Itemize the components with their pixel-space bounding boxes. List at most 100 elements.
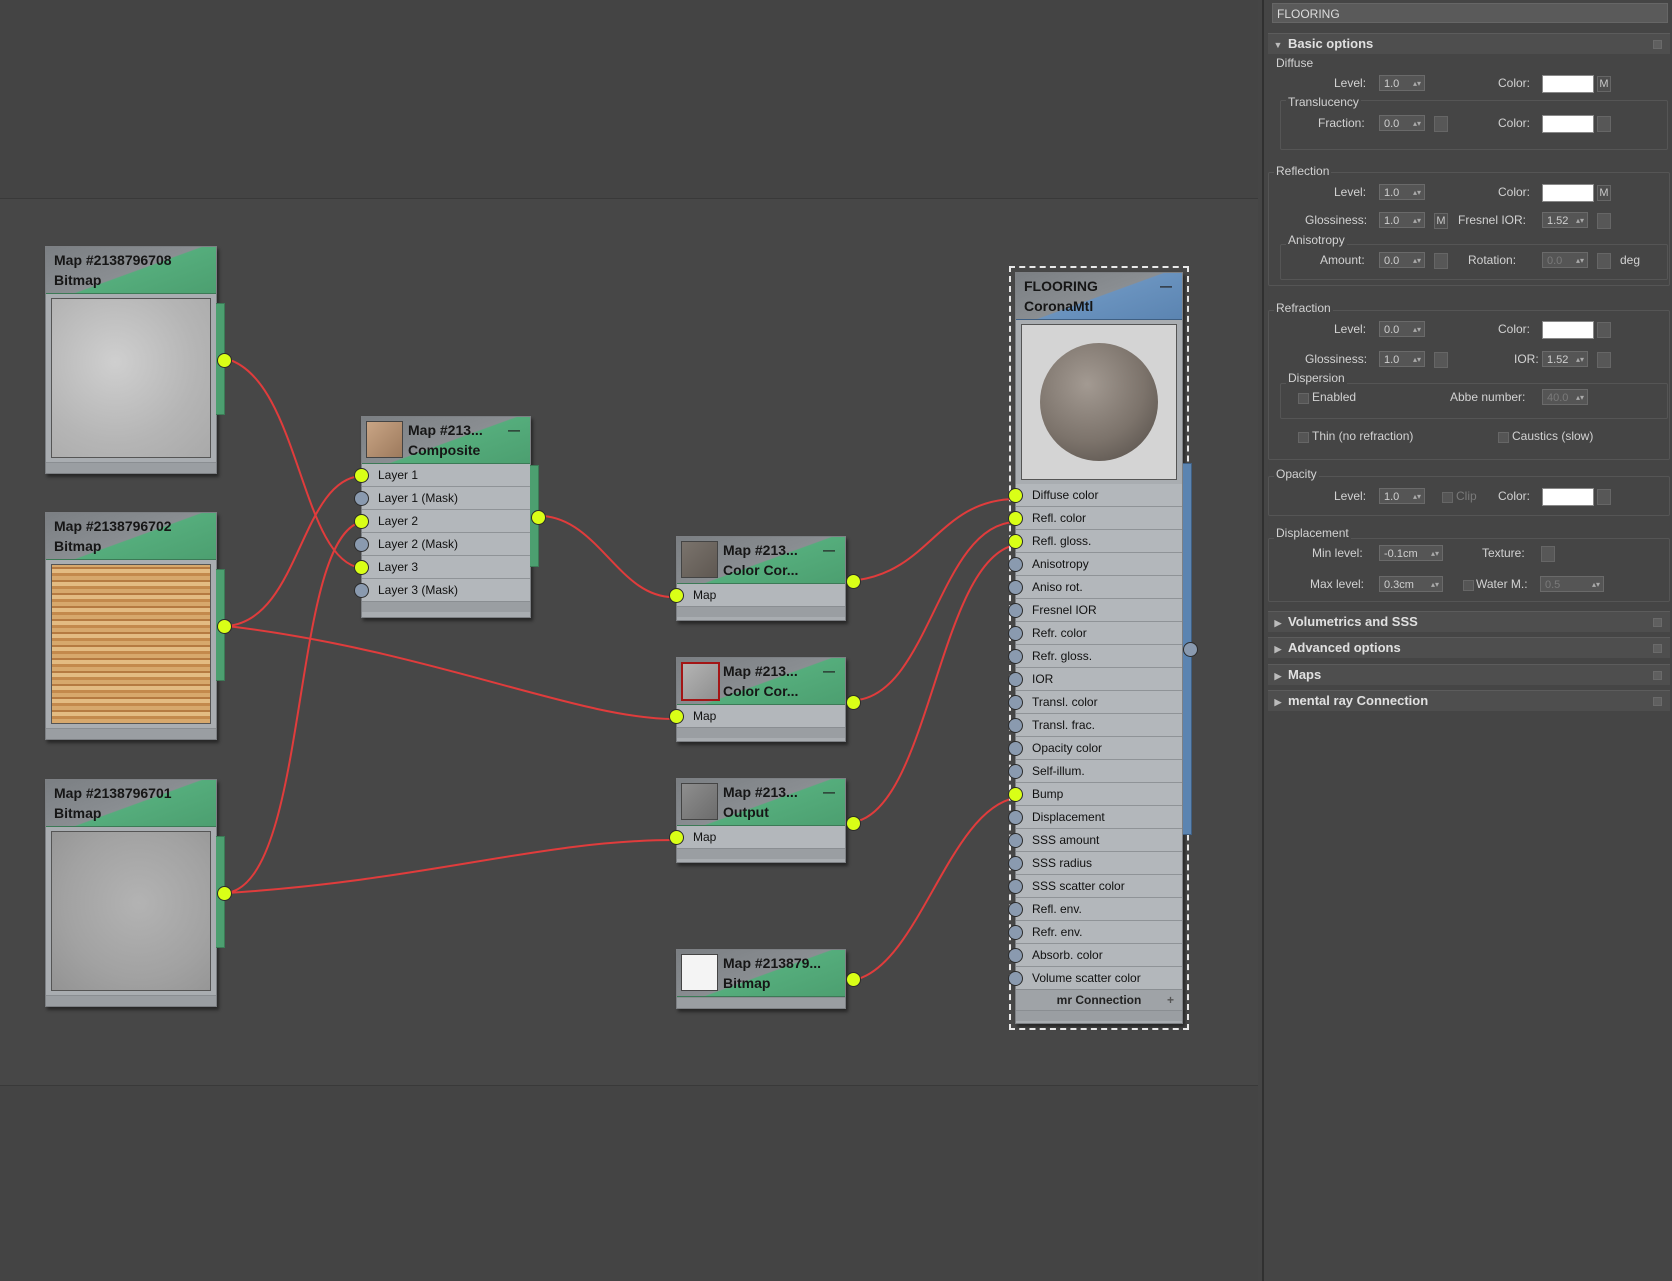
input-slot[interactable]: Map (669, 584, 845, 606)
composite-node[interactable]: Map #213... Composite — Layer 1 Layer 1 … (354, 416, 546, 618)
material-slot[interactable]: Refr. color (1008, 621, 1182, 644)
input-socket[interactable] (1008, 649, 1023, 664)
spinner-arrows-icon[interactable]: ▴▾ (1576, 213, 1584, 229)
spinner-arrows-icon[interactable]: ▴▾ (1413, 489, 1421, 505)
material-node[interactable]: FLOORING CoronaMtl — Diffuse color Refl. … (1008, 266, 1198, 1030)
input-socket[interactable] (354, 560, 369, 575)
collapse-icon[interactable]: — (823, 664, 835, 678)
output-socket[interactable] (217, 353, 232, 368)
bitmap-node[interactable]: Map #2138796702 Bitmap (45, 512, 232, 740)
input-socket[interactable] (1008, 764, 1023, 779)
material-slot[interactable]: Self-illum. (1008, 759, 1182, 782)
node-header[interactable]: Map #213... Color Cor... — (677, 537, 845, 584)
spinner-arrows-icon[interactable]: ▴▾ (1431, 577, 1439, 593)
input-socket[interactable] (1008, 833, 1023, 848)
input-socket[interactable] (1008, 488, 1023, 503)
output-socket[interactable] (217, 886, 232, 901)
input-socket[interactable] (354, 537, 369, 552)
diffuse-level-spinner[interactable]: 1.0 ▴▾ (1379, 75, 1425, 91)
water-level-checkbox[interactable] (1463, 580, 1474, 591)
collapse-icon[interactable]: — (823, 785, 835, 799)
spinner-arrows-icon[interactable]: ▴▾ (1431, 546, 1439, 562)
input-socket[interactable] (1008, 718, 1023, 733)
input-socket[interactable] (1008, 511, 1023, 526)
collapse-icon[interactable]: — (1160, 279, 1172, 293)
refr-map-button[interactable] (1597, 322, 1611, 338)
spinner-arrows-icon[interactable]: ▴▾ (1413, 76, 1421, 92)
max-level-spinner[interactable]: 0.3cm ▴▾ (1379, 576, 1443, 592)
input-slot[interactable]: Layer 1 (Mask) (354, 486, 530, 509)
rollout-advanced-options[interactable]: ▶ Advanced options (1268, 637, 1670, 658)
output-node[interactable]: Map #213... Output — Map (669, 778, 861, 863)
material-slot[interactable]: Aniso rot. (1008, 575, 1182, 598)
input-slot[interactable]: Layer 3 (Mask) (354, 578, 530, 601)
translucency-map-button[interactable] (1597, 116, 1611, 132)
collapse-icon[interactable]: — (508, 423, 520, 437)
color-correction-node[interactable]: Map #213... Color Cor... — Map (669, 657, 861, 742)
spinner-arrows-icon[interactable]: ▴▾ (1413, 352, 1421, 368)
rotation-map-button[interactable] (1597, 253, 1611, 269)
node-header[interactable]: Map #2138796701 Bitmap (46, 780, 216, 827)
opacity-map-button[interactable] (1597, 489, 1611, 505)
rollout-volumetrics[interactable]: ▶ Volumetrics and SSS (1268, 611, 1670, 632)
caustics-checkbox[interactable] (1498, 432, 1509, 443)
fraction-map-button[interactable] (1434, 116, 1448, 132)
ior-spinner[interactable]: 1.52 ▴▾ (1542, 351, 1588, 367)
mr-connection-button[interactable]: mr Connection + (1016, 989, 1182, 1010)
material-slot[interactable]: Diffuse color (1008, 484, 1182, 506)
node-header[interactable]: Map #213879... Bitmap (677, 950, 845, 997)
material-slot[interactable]: SSS radius (1008, 851, 1182, 874)
output-socket[interactable] (217, 619, 232, 634)
dispersion-enabled-checkbox[interactable] (1298, 393, 1309, 404)
input-socket[interactable] (1008, 580, 1023, 595)
node-header[interactable]: Map #2138796708 Bitmap (46, 247, 216, 294)
input-socket[interactable] (354, 491, 369, 506)
input-socket[interactable] (1008, 879, 1023, 894)
output-socket[interactable] (1183, 642, 1198, 657)
node-header[interactable]: Map #213... Color Cor... — (677, 658, 845, 705)
bitmap-node[interactable]: Map #213879... Bitmap (676, 949, 861, 1009)
input-socket[interactable] (1008, 741, 1023, 756)
node-header[interactable]: Map #2138796702 Bitmap (46, 513, 216, 560)
input-socket[interactable] (669, 588, 684, 603)
node-header[interactable]: FLOORING CoronaMtl — (1016, 273, 1182, 320)
refl-color-swatch[interactable] (1542, 184, 1594, 202)
input-slot[interactable]: Map (669, 826, 845, 848)
clip-checkbox[interactable] (1442, 492, 1453, 503)
material-slot[interactable]: Refl. color (1008, 506, 1182, 529)
material-slot[interactable]: Absorb. color (1008, 943, 1182, 966)
input-slot[interactable]: Map (669, 705, 845, 727)
spinner-arrows-icon[interactable]: ▴▾ (1413, 253, 1421, 269)
spinner-arrows-icon[interactable]: ▴▾ (1413, 116, 1421, 132)
spinner-arrows-icon[interactable]: ▴▾ (1576, 352, 1584, 368)
material-slot[interactable]: Transl. color (1008, 690, 1182, 713)
refr-color-swatch[interactable] (1542, 321, 1594, 339)
material-slot[interactable]: Displacement (1008, 805, 1182, 828)
color-correction-node[interactable]: Map #213... Color Cor... — Map (669, 536, 861, 621)
collapse-icon[interactable]: — (823, 543, 835, 557)
output-socket[interactable] (846, 695, 861, 710)
input-socket[interactable] (1008, 672, 1023, 687)
displacement-texture-button[interactable] (1541, 546, 1555, 562)
material-slot[interactable]: Opacity color (1008, 736, 1182, 759)
material-slot[interactable]: IOR (1008, 667, 1182, 690)
material-slot[interactable]: SSS scatter color (1008, 874, 1182, 897)
input-socket[interactable] (354, 514, 369, 529)
input-slot[interactable]: Layer 2 (354, 509, 530, 532)
input-socket[interactable] (1008, 971, 1023, 986)
material-slot[interactable]: Bump (1008, 782, 1182, 805)
diffuse-color-swatch[interactable] (1542, 75, 1594, 93)
input-socket[interactable] (354, 583, 369, 598)
input-slot[interactable]: Layer 1 (354, 464, 530, 486)
input-socket[interactable] (1008, 856, 1023, 871)
material-slot[interactable]: Refl. env. (1008, 897, 1182, 920)
output-socket[interactable] (846, 816, 861, 831)
expand-icon[interactable]: + (1167, 990, 1174, 1010)
spinner-arrows-icon[interactable]: ▴▾ (1576, 390, 1584, 406)
min-level-spinner[interactable]: -0.1cm ▴▾ (1379, 545, 1443, 561)
input-socket[interactable] (1008, 948, 1023, 963)
output-socket[interactable] (846, 574, 861, 589)
opacity-color-swatch[interactable] (1542, 488, 1594, 506)
material-slot[interactable]: Volume scatter color (1008, 966, 1182, 989)
opacity-level-spinner[interactable]: 1.0 ▴▾ (1379, 488, 1425, 504)
